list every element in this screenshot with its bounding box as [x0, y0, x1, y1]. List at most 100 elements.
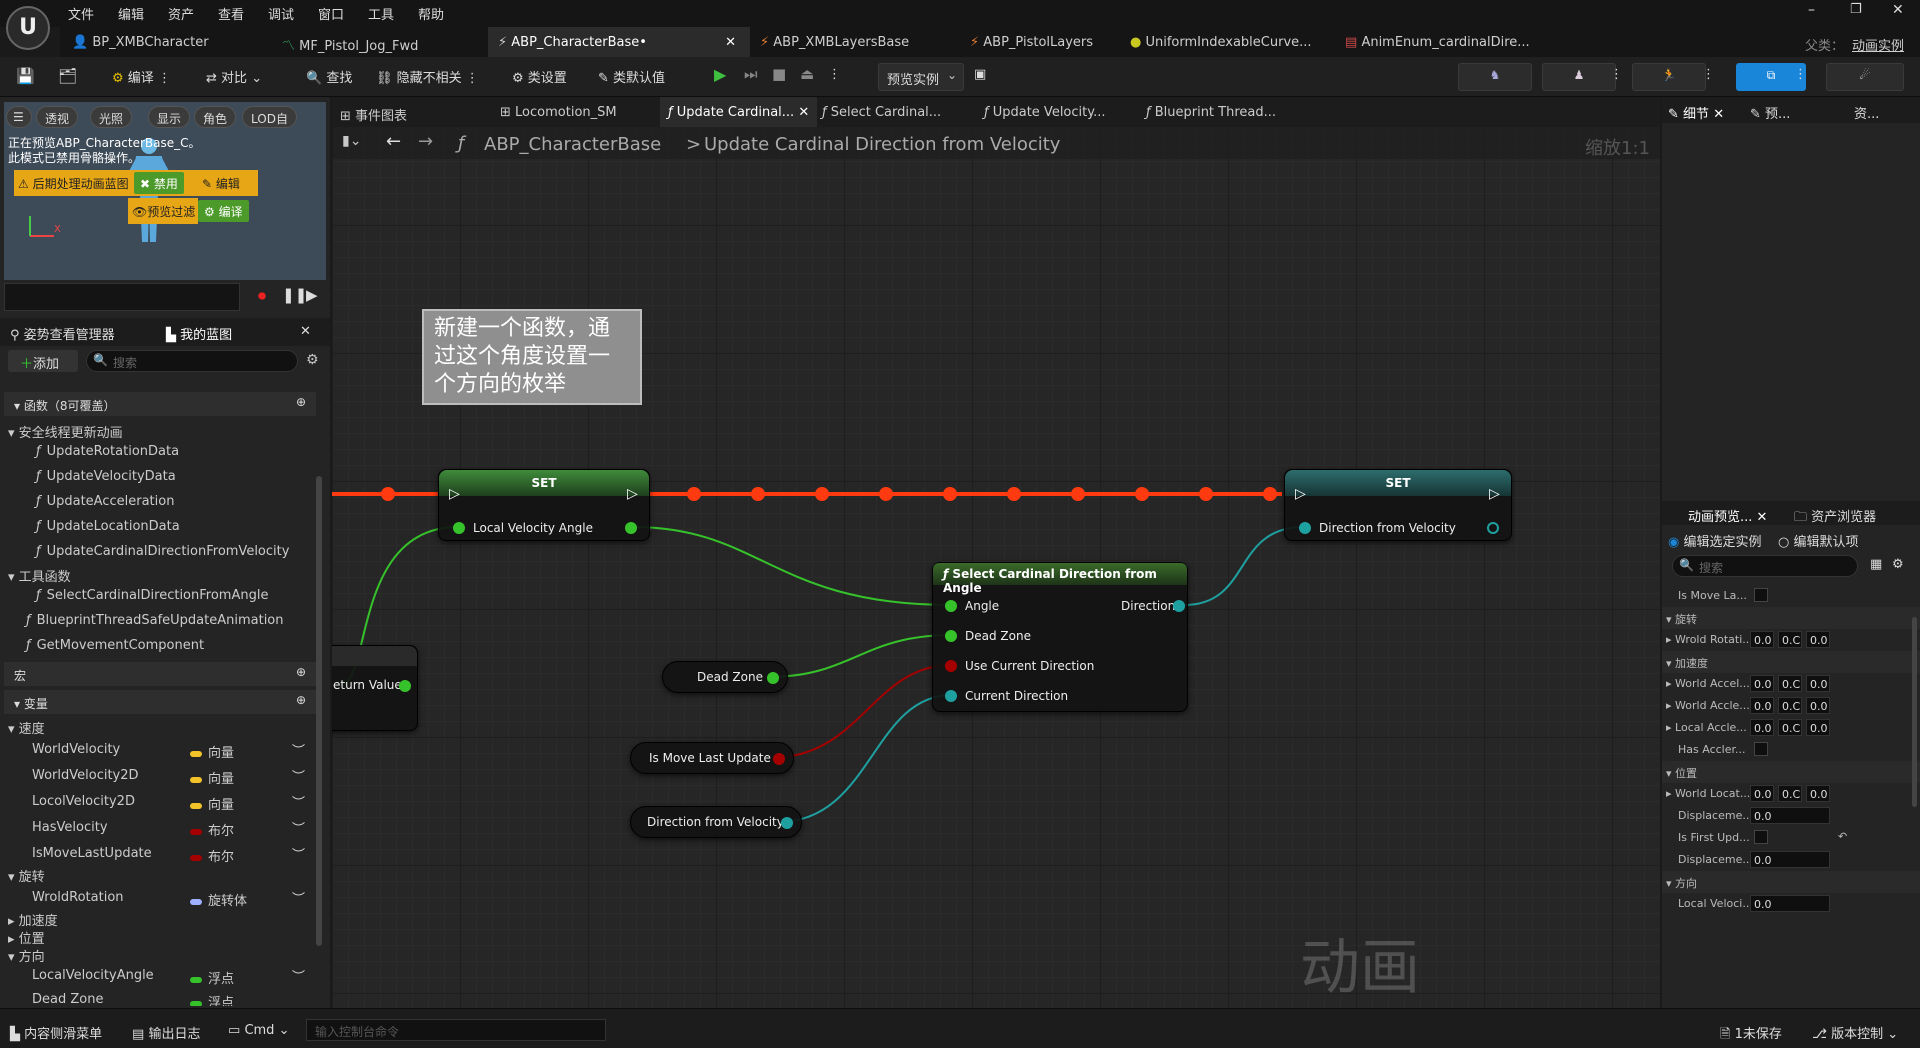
details-search-input[interactable]: 🔍 搜索 — [1672, 555, 1858, 577]
blueprint-graph[interactable]: ⊞ 事件图表 ⊞ Locomotion_SM ƒ Update Cardinal… — [332, 97, 1660, 1008]
tab-pose-watch[interactable]: ⚲ 姿势查看管理器 — [10, 324, 115, 343]
output-log-button[interactable]: ▤ 输出日志 — [132, 1023, 200, 1042]
blueprint-search-input[interactable]: 🔍 搜索 — [86, 350, 298, 372]
add-variable-icon[interactable]: ⊕ — [296, 693, 306, 707]
get-dead-zone-node[interactable]: Dead Zone — [662, 661, 788, 693]
functions-section-header[interactable]: ▾ 函数（8可覆盖） ⊕ — [4, 392, 316, 416]
parent-class-link[interactable]: 动画实例 — [1852, 27, 1912, 57]
unsaved-button[interactable]: 🗎 1未保存 — [1720, 1023, 1782, 1047]
dead-zone-pin[interactable] — [945, 630, 957, 642]
var-group-direction[interactable]: ▾ 方向 — [8, 946, 45, 965]
tree-function-item[interactable]: ƒ UpdateVelocityData — [36, 469, 176, 484]
use-current-direction-pin[interactable] — [945, 660, 957, 672]
variable-row[interactable]: Dead Zone 浮点 — [0, 988, 318, 1006]
variable-row[interactable]: WorldVelocity2D 向量 ︶ — [0, 764, 318, 788]
variable-row[interactable]: HasVelocity 布尔 ︶ — [0, 816, 318, 840]
visibility-eye-icon[interactable]: ︶ — [292, 818, 305, 837]
viewport-menu-icon[interactable]: ☰ — [6, 106, 32, 128]
variable-row[interactable]: LocalVelocityAngle 浮点 ︶ — [0, 964, 318, 988]
set-node-direction-from-velocity[interactable]: SET ▷ ▷ Direction from Velocity — [1284, 469, 1512, 541]
tab-preview-settings[interactable]: ✎ 预... — [1750, 103, 1790, 122]
tree-function-item[interactable]: ƒ BlueprintThreadSafeUpdateAnimation — [26, 613, 284, 628]
prop-category-rotation[interactable]: ▾ 旋转 — [1662, 607, 1920, 629]
disable-button[interactable]: ✖ 禁用 — [134, 172, 184, 194]
eject-icon[interactable]: ⏏ — [800, 65, 814, 83]
close-window-icon[interactable]: ✕ — [1892, 2, 1904, 18]
viewport-character[interactable]: 角色 — [194, 106, 237, 128]
add-button[interactable]: ＋添加 — [8, 350, 78, 372]
preview-instance-dropdown[interactable]: 预览实例 ⌄ — [878, 63, 964, 91]
variable-row[interactable]: WorldVelocity 向量 ︶ — [0, 738, 318, 762]
var-group-position[interactable]: ▸ 位置 — [8, 928, 45, 947]
menu-edit[interactable]: 编辑 — [118, 4, 144, 23]
set-node-local-velocity-angle[interactable]: SET ▷ ▷ Local Velocity Angle — [438, 469, 650, 541]
checkbox[interactable] — [1754, 830, 1768, 844]
skeleton-mode-button[interactable]: ♞ — [1458, 63, 1532, 91]
console-input[interactable]: 输入控制台命令 — [306, 1019, 606, 1041]
select-cardinal-direction-node[interactable]: ƒ Select Cardinal Direction from Angle A… — [932, 562, 1188, 712]
bool-out-pin[interactable] — [773, 753, 785, 765]
direction-out-pin[interactable] — [1173, 600, 1185, 612]
tab-mf-pistol[interactable]: 〽 MF_Pistol_Jog_Fwd — [282, 27, 482, 57]
class-settings-button[interactable]: ⚙ 类设置 — [512, 67, 567, 86]
visibility-eye-icon[interactable]: ︶ — [292, 792, 305, 811]
prop-category-direction[interactable]: ▾ 方向 — [1662, 871, 1920, 893]
variables-section-header[interactable]: ▾ 变量 ⊕ — [4, 690, 316, 714]
comment-box[interactable]: 新建一个函数，通过这个角度设置一个方向的枚举 — [422, 309, 642, 405]
debug-filter-icon[interactable]: ▣ — [974, 67, 986, 82]
radio-edit-defaults[interactable]: ○ 编辑默认项 — [1778, 531, 1859, 550]
exec-out-pin[interactable]: ▷ — [627, 486, 638, 502]
menu-window[interactable]: 窗口 — [318, 4, 344, 23]
menu-tools[interactable]: 工具 — [368, 4, 394, 23]
prop-category-accel[interactable]: ▾ 加速度 — [1662, 651, 1920, 673]
table-view-icon[interactable]: ▦ — [1870, 557, 1882, 572]
variable-row[interactable]: LocolVelocity2D 向量 ︶ — [0, 790, 318, 814]
float-out-pin[interactable] — [625, 522, 637, 534]
tab-anim-preview[interactable]: 动画预览... ✕ — [1688, 506, 1767, 525]
tree-function-item[interactable]: ƒ UpdateCardinalDirectionFromVelocity — [36, 544, 289, 559]
unreal-logo-icon[interactable]: U — [6, 6, 50, 50]
tab-asset-browser[interactable]: 🗀 资产浏览器 — [1794, 506, 1876, 530]
animation-mode-button[interactable]: 🏃 — [1632, 63, 1706, 91]
current-direction-pin[interactable] — [945, 690, 957, 702]
tab-bp-xmbcharacter[interactable]: 👤 BP_XMBCharacter — [72, 27, 272, 57]
save-icon[interactable]: 💾 — [16, 67, 35, 85]
close-panel-icon[interactable]: ✕ — [300, 324, 311, 339]
tab-details[interactable]: ✎ 细节 ✕ — [1668, 103, 1724, 122]
browse-icon[interactable]: 🗂 — [58, 67, 77, 85]
tree-function-item[interactable]: ƒ GetMovementComponent — [26, 638, 204, 653]
tab-assets[interactable]: 资... — [1854, 103, 1879, 122]
get-direction-from-velocity-node[interactable]: Direction from Velocity — [630, 806, 802, 838]
float-out-pin[interactable] — [767, 672, 779, 684]
visibility-eye-icon[interactable]: ︶ — [292, 888, 305, 907]
tab-abp-xmblayersbase[interactable]: ⚡ ABP_XMBLayersBase — [760, 27, 960, 57]
radio-edit-instance[interactable]: ◉ 编辑选定实例 — [1668, 531, 1762, 550]
class-defaults-button[interactable]: ✎ 类默认值 — [598, 67, 665, 86]
menu-view[interactable]: 查看 — [218, 4, 244, 23]
viewport-lighting[interactable]: 光照 — [90, 106, 133, 128]
prop-category-position[interactable]: ▾ 位置 — [1662, 761, 1920, 783]
var-group-speed[interactable]: ▾ 速度 — [8, 718, 45, 737]
pause-icon[interactable]: ❚❚ — [282, 286, 307, 304]
viewport-show[interactable]: 显示 — [148, 106, 191, 128]
visibility-eye-icon[interactable]: ︶ — [292, 740, 305, 759]
tab-my-blueprint[interactable]: ▙ 我的蓝图 — [166, 324, 232, 343]
right-scrollbar[interactable] — [1912, 617, 1917, 807]
tab-abp-characterbase[interactable]: ⚡ ABP_CharacterBase• ✕ — [488, 27, 750, 57]
var-group-rotation[interactable]: ▾ 旋转 — [8, 866, 45, 885]
enum-out-pin[interactable] — [781, 817, 793, 829]
exec-in-pin[interactable]: ▷ — [1295, 486, 1306, 502]
menu-help[interactable]: 帮助 — [418, 4, 444, 23]
function-entry-node[interactable]: eturn Value — [332, 645, 418, 731]
return-value-pin[interactable] — [399, 680, 411, 692]
tree-function-item[interactable]: ƒ UpdateRotationData — [36, 444, 179, 459]
tree-function-item[interactable]: ƒ UpdateAcceleration — [36, 494, 174, 509]
viewport-lod[interactable]: LOD自 — [242, 106, 297, 128]
compile-button[interactable]: ⚙ 编译 ⋮ — [112, 67, 171, 86]
tree-function-item[interactable]: ƒ UpdateLocationData — [36, 519, 180, 534]
play-icon[interactable]: ▶ — [714, 65, 726, 84]
mesh-mode-button[interactable]: ♟ — [1542, 63, 1616, 91]
diff-button[interactable]: ⇄ 对比 ⌄ — [206, 67, 262, 86]
step-forward-icon[interactable]: ▶ — [306, 286, 318, 304]
left-scrollbar[interactable] — [316, 476, 322, 946]
